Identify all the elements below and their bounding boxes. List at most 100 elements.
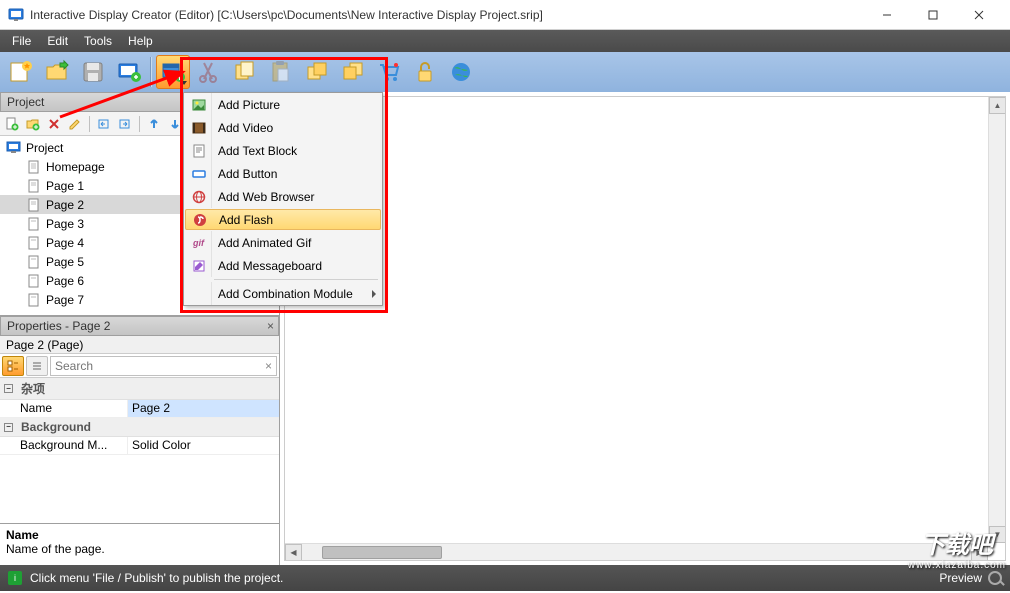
property-row[interactable]: Background M... Solid Color <box>0 437 279 455</box>
desc-text: Name of the page. <box>6 542 273 556</box>
copy-button[interactable] <box>228 55 262 89</box>
properties-grid[interactable]: −杂项 Name Page 2 −Background Background M… <box>0 378 279 523</box>
cut-button[interactable] <box>192 55 226 89</box>
toolbar-separator <box>150 57 152 87</box>
panel-close-icon[interactable]: × <box>267 319 274 333</box>
page-icon <box>26 274 42 288</box>
page-icon <box>26 255 42 269</box>
move-left-button[interactable] <box>95 115 113 133</box>
add-page-button[interactable] <box>3 115 21 133</box>
menu-bar: File Edit Tools Help <box>0 30 1010 52</box>
gif-icon: gif <box>193 238 204 248</box>
properties-search[interactable]: × <box>50 356 277 376</box>
search-input[interactable] <box>55 359 265 373</box>
vertical-scrollbar[interactable]: ▲ ▼ <box>988 97 1005 543</box>
main-toolbar <box>0 52 1010 92</box>
clear-search-icon[interactable]: × <box>265 359 272 373</box>
menu-file[interactable]: File <box>4 32 39 50</box>
menu-help[interactable]: Help <box>120 32 161 50</box>
menu-add-flash[interactable]: Add Flash <box>185 209 381 230</box>
menu-add-messageboard[interactable]: Add Messageboard <box>184 254 382 277</box>
save-button[interactable] <box>76 55 110 89</box>
property-category[interactable]: −杂项 <box>0 378 279 400</box>
menu-add-picture[interactable]: Add Picture <box>184 93 382 116</box>
menu-label: Add Flash <box>219 213 273 227</box>
properties-panel: Page 2 (Page) × −杂项 Name Page 2 −Backgro… <box>0 336 279 565</box>
menu-label: Add Messageboard <box>218 259 322 273</box>
watermark-text: 下载吧 <box>908 525 1006 560</box>
delete-button[interactable] <box>45 115 63 133</box>
page-label: Page 5 <box>46 255 84 269</box>
page-icon <box>26 179 42 193</box>
page-label: Homepage <box>46 160 105 174</box>
bring-front-button[interactable] <box>300 55 334 89</box>
page-label: Page 7 <box>46 293 84 307</box>
project-panel-title: Project <box>7 95 44 109</box>
paste-button[interactable] <box>264 55 298 89</box>
move-down-button[interactable] <box>166 115 184 133</box>
page-label: Page 2 <box>46 198 84 212</box>
page-icon <box>26 217 42 231</box>
menu-edit[interactable]: Edit <box>39 32 76 50</box>
new-project-button[interactable] <box>4 55 38 89</box>
property-value[interactable]: Solid Color <box>128 437 279 454</box>
toolbar-separator <box>139 116 140 132</box>
canvas-area[interactable]: ▲ ▼ ◀ ▶ <box>284 96 1006 561</box>
status-text: Click menu 'File / Publish' to publish t… <box>30 571 283 585</box>
menu-add-text[interactable]: Add Text Block <box>184 139 382 162</box>
collapse-icon[interactable]: − <box>4 384 13 393</box>
button-icon <box>192 167 206 181</box>
add-menu-dropdown: Add Picture Add Video Add Text Block Add… <box>183 92 383 306</box>
send-back-button[interactable] <box>336 55 370 89</box>
move-up-button[interactable] <box>145 115 163 133</box>
categorized-view-button[interactable] <box>2 356 24 376</box>
alphabetical-view-button[interactable] <box>26 356 48 376</box>
globe-button[interactable] <box>444 55 478 89</box>
flash-icon <box>193 213 207 227</box>
move-right-button[interactable] <box>116 115 134 133</box>
scrollbar-thumb[interactable] <box>322 546 442 559</box>
minimize-button[interactable] <box>864 0 910 30</box>
menu-label: Add Web Browser <box>218 190 315 204</box>
messageboard-icon <box>192 259 206 273</box>
menu-add-video[interactable]: Add Video <box>184 116 382 139</box>
category-label: 杂项 <box>21 380 45 397</box>
horizontal-scrollbar[interactable]: ◀ ▶ <box>285 543 988 560</box>
menu-add-button[interactable]: Add Button <box>184 162 382 185</box>
menu-tools[interactable]: Tools <box>76 32 120 50</box>
menu-label: Add Combination Module <box>218 287 353 301</box>
lock-button[interactable] <box>408 55 442 89</box>
scroll-left-button[interactable]: ◀ <box>285 544 302 561</box>
watermark-url: www.xiazaiba.com <box>908 560 1006 571</box>
page-label: Page 6 <box>46 274 84 288</box>
status-icon: i <box>8 571 22 585</box>
text-icon <box>192 144 206 158</box>
menu-label: Add Text Block <box>218 144 297 158</box>
scroll-up-button[interactable]: ▲ <box>989 97 1006 114</box>
collapse-icon[interactable]: − <box>4 423 13 432</box>
cart-button[interactable] <box>372 55 406 89</box>
close-button[interactable] <box>956 0 1002 30</box>
publish-button[interactable] <box>112 55 146 89</box>
page-icon <box>26 236 42 250</box>
main-area: Project × Project Homepage Page 1 Page 2… <box>0 92 1010 565</box>
video-icon <box>192 121 206 135</box>
desc-title: Name <box>6 528 273 542</box>
add-folder-button[interactable] <box>24 115 42 133</box>
submenu-arrow-icon <box>372 290 376 298</box>
property-value[interactable]: Page 2 <box>128 400 279 417</box>
edit-button[interactable] <box>66 115 84 133</box>
property-key: Name <box>0 400 128 417</box>
add-object-button[interactable] <box>156 55 190 89</box>
menu-add-combination[interactable]: Add Combination Module <box>184 282 382 305</box>
menu-label: Add Animated Gif <box>218 236 311 250</box>
properties-panel-title: Properties - Page 2 <box>7 319 110 333</box>
property-row[interactable]: Name Page 2 <box>0 400 279 418</box>
zoom-icon[interactable] <box>988 571 1002 585</box>
menu-add-gif[interactable]: gif Add Animated Gif <box>184 231 382 254</box>
property-category[interactable]: −Background <box>0 418 279 437</box>
maximize-button[interactable] <box>910 0 956 30</box>
menu-add-browser[interactable]: Add Web Browser <box>184 185 382 208</box>
preview-label[interactable]: Preview <box>939 571 982 585</box>
open-project-button[interactable] <box>40 55 74 89</box>
